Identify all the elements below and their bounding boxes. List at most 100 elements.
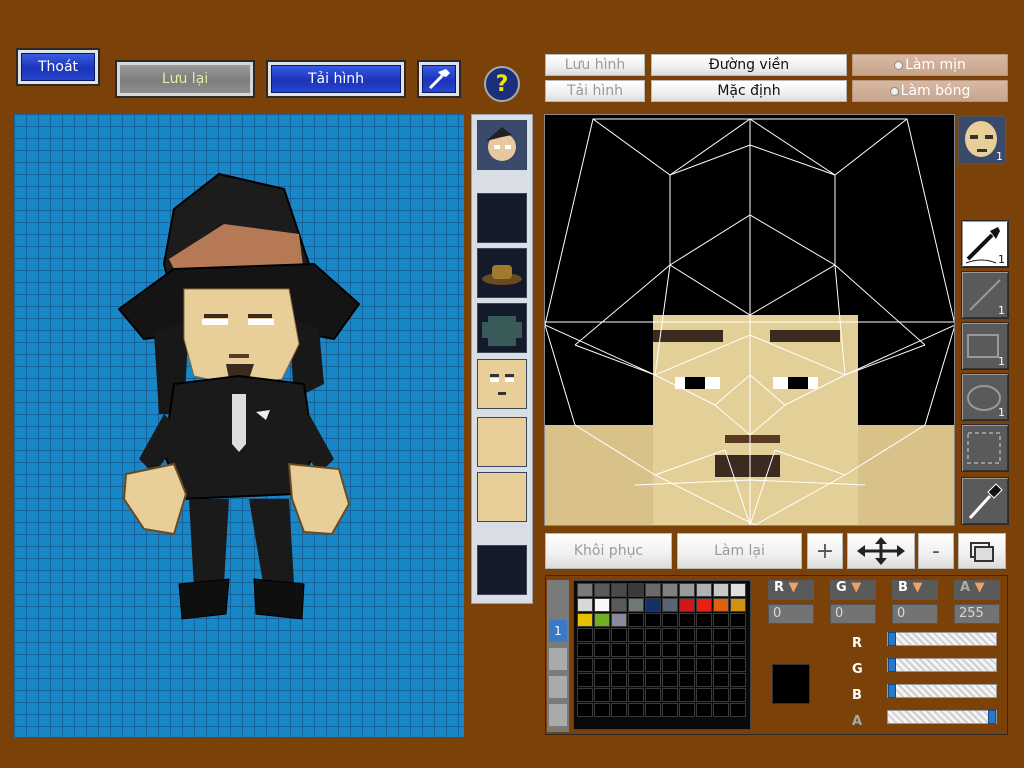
palette-cell[interactable] — [577, 613, 593, 627]
palette-cell[interactable] — [713, 703, 729, 717]
palette-cell[interactable] — [696, 703, 712, 717]
palette-cell[interactable] — [577, 703, 593, 717]
palette-cell[interactable] — [594, 643, 610, 657]
palette-cell[interactable] — [662, 613, 678, 627]
palette-cell[interactable] — [662, 628, 678, 642]
palette-cell[interactable] — [594, 598, 610, 612]
palette-cell[interactable] — [696, 658, 712, 672]
palette-cell[interactable] — [713, 613, 729, 627]
palette-tab-4[interactable] — [549, 704, 567, 726]
palette-cell[interactable] — [645, 598, 661, 612]
palette-cell[interactable] — [713, 673, 729, 687]
g-channel-header[interactable]: G ▼ — [830, 580, 876, 600]
default-button[interactable]: Mặc định — [651, 80, 847, 102]
palette-cell[interactable] — [611, 613, 627, 627]
palette-cell[interactable] — [628, 628, 644, 642]
thumb-outfit[interactable] — [477, 303, 527, 353]
palette-cell[interactable] — [577, 598, 593, 612]
b-slider[interactable] — [887, 684, 997, 698]
palette-cell[interactable] — [662, 688, 678, 702]
thumb-character[interactable] — [477, 120, 527, 170]
palette-cell[interactable] — [662, 703, 678, 717]
palette-cell[interactable] — [594, 613, 610, 627]
character-preview[interactable] — [14, 114, 464, 737]
palette-cell[interactable] — [594, 583, 610, 597]
palette-cell[interactable] — [679, 583, 695, 597]
rectangle-tool[interactable]: 1 — [961, 322, 1009, 370]
b-channel-header[interactable]: B ▼ — [892, 580, 938, 600]
load-button[interactable]: Tải hình — [266, 60, 406, 98]
palette-cell[interactable] — [611, 658, 627, 672]
palette-cell[interactable] — [611, 598, 627, 612]
palette-cell[interactable] — [645, 643, 661, 657]
palette-cell[interactable] — [713, 598, 729, 612]
save-image-button[interactable]: Lưu hình — [545, 54, 645, 76]
a-value-field[interactable]: 255 — [954, 604, 1000, 624]
palette-cell[interactable] — [679, 628, 695, 642]
palette-cell[interactable] — [594, 703, 610, 717]
exit-button[interactable]: Thoát — [16, 48, 100, 86]
palette-cell[interactable] — [628, 658, 644, 672]
restore-button[interactable]: Khôi phục — [545, 533, 672, 569]
palette-cell[interactable] — [713, 643, 729, 657]
palette-cell[interactable] — [696, 598, 712, 612]
a-channel-header[interactable]: A ▼ — [954, 580, 1000, 600]
a-slider-knob[interactable] — [988, 710, 996, 724]
palette-cell[interactable] — [645, 583, 661, 597]
palette-cell[interactable] — [611, 583, 627, 597]
palette-cell[interactable] — [645, 703, 661, 717]
hammer-button[interactable] — [417, 60, 461, 98]
palette-cell[interactable] — [628, 673, 644, 687]
palette-cell[interactable] — [679, 688, 695, 702]
face-preview-thumb[interactable]: 1 — [958, 116, 1006, 164]
palette-cell[interactable] — [679, 673, 695, 687]
palette-cell[interactable] — [594, 688, 610, 702]
palette-cell[interactable] — [696, 688, 712, 702]
palette-cell[interactable] — [628, 598, 644, 612]
palette-cell[interactable] — [611, 703, 627, 717]
redo-button[interactable]: Làm lại — [677, 533, 802, 569]
palette-cell[interactable] — [730, 688, 746, 702]
b-slider-knob[interactable] — [888, 684, 896, 698]
palette-cell[interactable] — [662, 598, 678, 612]
palette-cell[interactable] — [577, 658, 593, 672]
thumb-face-1[interactable] — [477, 359, 527, 409]
palette-cell[interactable] — [611, 643, 627, 657]
palette-cell[interactable] — [730, 673, 746, 687]
palette-cell[interactable] — [645, 673, 661, 687]
smooth-radio[interactable] — [894, 60, 904, 70]
palette-cell[interactable] — [611, 688, 627, 702]
palette-tab-2[interactable] — [549, 648, 567, 670]
palette-cell[interactable] — [594, 628, 610, 642]
palette-cell[interactable] — [730, 598, 746, 612]
palette-cell[interactable] — [594, 658, 610, 672]
palette-cell[interactable] — [645, 628, 661, 642]
outline-button[interactable]: Đường viền — [651, 54, 847, 76]
palette-cell[interactable] — [645, 688, 661, 702]
palette-cell[interactable] — [713, 628, 729, 642]
palette-cell[interactable] — [696, 628, 712, 642]
layer-button[interactable] — [958, 533, 1006, 569]
palette-cell[interactable] — [730, 643, 746, 657]
line-tool[interactable]: 1 — [961, 271, 1009, 319]
palette-cell[interactable] — [696, 583, 712, 597]
palette-cell[interactable] — [611, 673, 627, 687]
r-slider-knob[interactable] — [888, 632, 896, 646]
load-image-button[interactable]: Tải hình — [545, 80, 645, 102]
palette-cell[interactable] — [645, 658, 661, 672]
color-palette[interactable] — [573, 580, 751, 730]
palette-cell[interactable] — [679, 643, 695, 657]
save-button[interactable]: Lưu lại — [115, 60, 255, 98]
zoom-out-button[interactable]: - — [918, 533, 954, 569]
palette-cell[interactable] — [628, 688, 644, 702]
palette-cell[interactable] — [662, 583, 678, 597]
palette-cell[interactable] — [730, 658, 746, 672]
smooth-option[interactable]: Làm mịn — [852, 54, 1008, 76]
palette-cell[interactable] — [577, 673, 593, 687]
ellipse-tool[interactable]: 1 — [961, 373, 1009, 421]
palette-cell[interactable] — [645, 613, 661, 627]
thumb-empty-2[interactable] — [477, 545, 527, 595]
palette-cell[interactable] — [628, 703, 644, 717]
palette-cell[interactable] — [577, 688, 593, 702]
selection-tool[interactable] — [961, 424, 1009, 472]
